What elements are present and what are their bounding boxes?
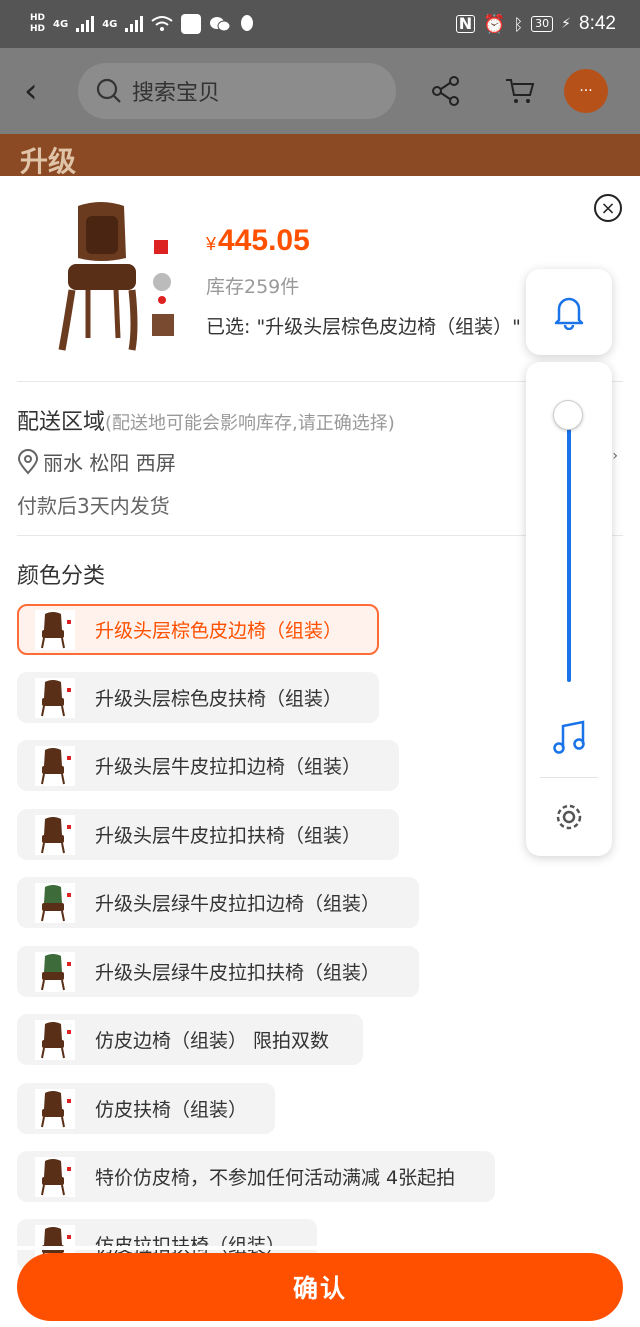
volume-slider-thumb[interactable]: [553, 400, 583, 430]
color-option-label: 仿皮边椅（组装） 限拍双数: [95, 1030, 330, 1052]
color-section-title: 颜色分类: [17, 564, 106, 589]
volume-panel: [526, 362, 612, 856]
cart-icon: [506, 79, 535, 103]
charging-icon: ⚡: [561, 16, 572, 32]
color-option[interactable]: 升级头层牛皮拉扣边椅（组装）: [17, 740, 399, 791]
nfc-icon: N: [455, 15, 476, 33]
stock-count: 库存259件: [206, 276, 300, 298]
option-thumbnail: [35, 882, 75, 923]
option-thumbnail: [35, 1156, 75, 1197]
back-button[interactable]: ‹: [24, 71, 64, 111]
confirm-button[interactable]: 确认: [17, 1253, 623, 1321]
color-option[interactable]: 升级头层绿牛皮拉扣边椅（组装）: [17, 877, 419, 928]
color-option-label: 升级头层棕色皮扶椅（组装）: [95, 688, 343, 710]
color-option[interactable]: 仿皮边椅（组装） 限拍双数: [17, 1014, 363, 1065]
color-option-label: 升级头层棕色皮边椅（组装）: [95, 620, 343, 642]
banner-text: 升级: [20, 145, 77, 178]
color-option-label: 仿皮扶椅（组装）: [95, 1099, 248, 1121]
status-bar: HD HD 4G 4G N ⏰ ᛒ 30 ⚡ 8:42: [0, 0, 640, 48]
color-option[interactable]: 仿皮扶椅（组装）: [17, 1083, 275, 1134]
color-option[interactable]: 升级头层牛皮拉扣扶椅（组装）: [17, 809, 399, 860]
more-button[interactable]: ···: [564, 69, 608, 113]
color-option-label: 特价仿皮椅，不参加任何活动满减 4张起拍: [95, 1167, 456, 1189]
color-option[interactable]: 升级头层棕色皮边椅（组装）: [17, 604, 379, 655]
qq-icon: [241, 15, 254, 31]
volume-slider-track[interactable]: [567, 416, 571, 682]
color-option-label: 升级头层绿牛皮拉扣扶椅（组装）: [95, 962, 381, 984]
bell-icon: [554, 297, 584, 330]
selected-variant: 已选: "升级头层棕色皮边椅（组装）": [206, 316, 521, 338]
option-thumbnail: [35, 609, 75, 650]
alarm-icon: ⏰: [483, 13, 506, 35]
chevron-right-icon[interactable]: ›: [612, 448, 618, 464]
shipping-time: 付款后3天内发货: [17, 494, 170, 518]
promo-banner: 升级: [0, 134, 640, 178]
option-thumbnail: [35, 677, 75, 718]
search-icon: [96, 78, 121, 103]
color-option-label: 升级头层牛皮拉扣扶椅（组装）: [95, 825, 362, 847]
color-option[interactable]: 升级头层绿牛皮拉扣扶椅（组装）: [17, 946, 419, 997]
app-header: ‹ 搜索宝贝 ···: [0, 48, 640, 134]
option-thumbnail: [35, 1019, 75, 1060]
option-thumbnail: [35, 951, 75, 992]
music-icon: [553, 720, 585, 754]
color-option[interactable]: 特价仿皮椅，不参加任何活动满减 4张起拍: [17, 1151, 495, 1202]
search-placeholder: 搜索宝贝: [132, 81, 221, 106]
option-thumbnail: [35, 1088, 75, 1129]
price: ¥445.05: [206, 224, 310, 257]
delivery-section-title[interactable]: 配送区域(配送地可能会影响库存,请正确选择): [17, 404, 395, 436]
hd-indicator: HD HD: [30, 13, 46, 34]
delivery-location[interactable]: 丽水 松阳 西屏: [17, 447, 176, 476]
network-type-1: 4G: [53, 18, 69, 30]
divider: [540, 777, 598, 778]
location-pin-icon: [17, 448, 39, 474]
close-icon: ×: [600, 197, 616, 219]
option-thumbnail: [35, 745, 75, 786]
app-notification-icon: [181, 14, 202, 34]
bluetooth-icon: ᛒ: [513, 14, 524, 34]
gear-icon[interactable]: [550, 798, 588, 836]
cart-button[interactable]: [496, 77, 544, 105]
signal-icon-2: [125, 16, 144, 32]
wechat-icon: [210, 17, 231, 32]
color-option-label: 升级头层绿牛皮拉扣边椅（组装）: [95, 893, 381, 915]
signal-icon: [76, 16, 95, 32]
ringer-mode-button[interactable]: [526, 269, 612, 355]
share-button[interactable]: [422, 76, 470, 106]
clock: 8:42: [579, 13, 616, 34]
option-thumbnail: [35, 814, 75, 855]
close-button[interactable]: ×: [594, 194, 622, 222]
color-option[interactable]: 升级头层棕色皮扶椅（组装）: [17, 672, 379, 723]
search-bar[interactable]: 搜索宝贝: [78, 63, 396, 119]
share-icon: [432, 76, 459, 106]
wifi-icon: [151, 16, 173, 31]
product-image: [58, 202, 174, 351]
network-type-2: 4G: [102, 18, 118, 30]
bottom-fade: [0, 1246, 640, 1250]
color-option-label: 升级头层牛皮拉扣边椅（组装）: [95, 756, 362, 778]
battery-indicator: 30: [531, 16, 554, 32]
